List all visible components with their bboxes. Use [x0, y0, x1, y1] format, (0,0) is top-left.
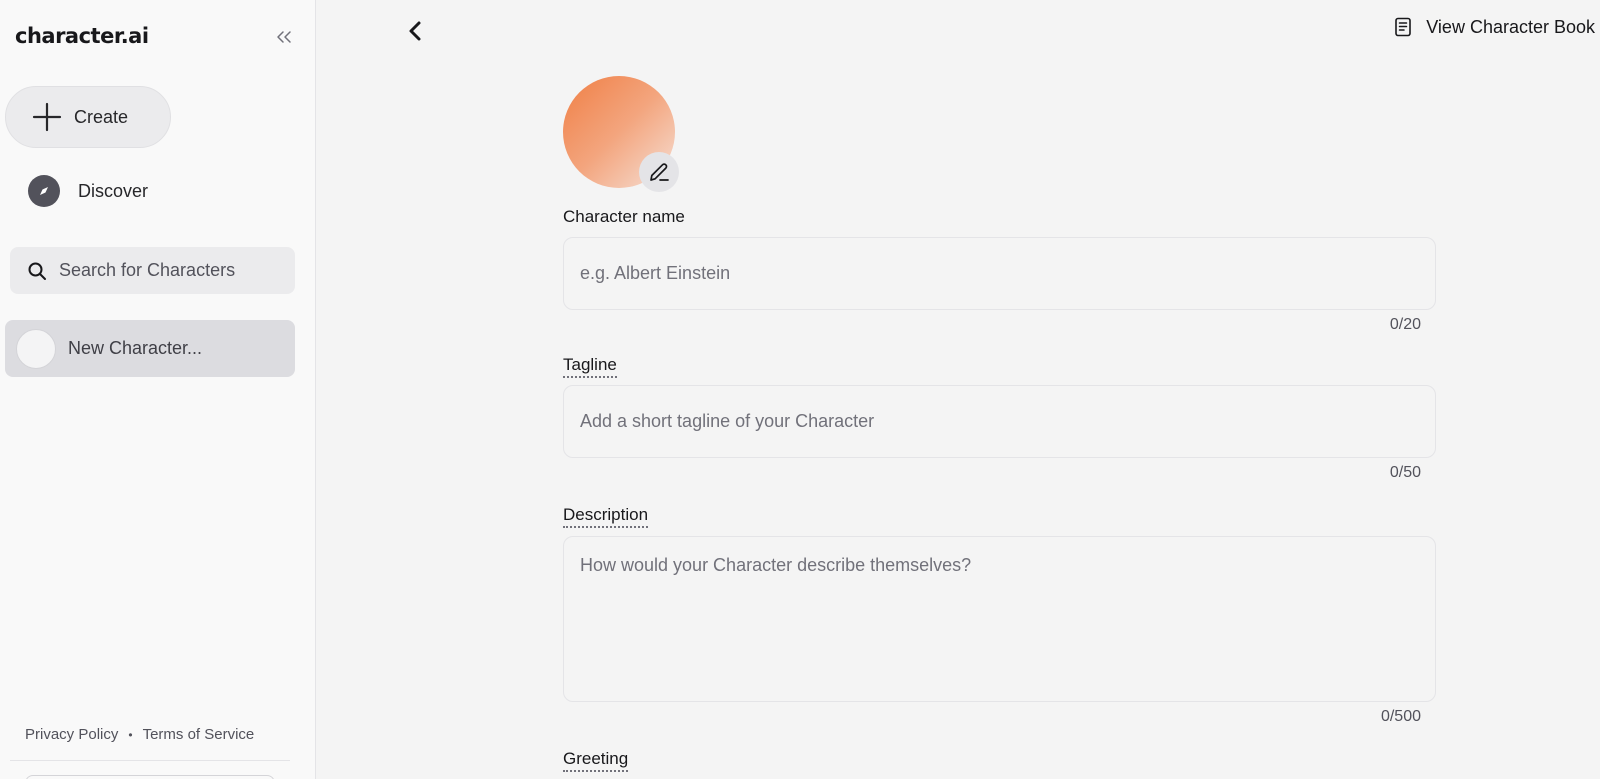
greeting-label[interactable]: Greeting — [563, 749, 629, 772]
plus-icon — [32, 102, 62, 132]
tagline-input[interactable] — [564, 386, 1435, 457]
chat-avatar — [16, 328, 56, 369]
sidebar: character.ai Create Discover Search for … — [0, 0, 316, 779]
collapse-sidebar-button[interactable] — [272, 28, 296, 52]
main-content: View Character Book Character name 0/20 … — [316, 0, 1600, 779]
description-box — [563, 536, 1436, 702]
create-button-label: Create — [74, 106, 129, 127]
book-icon — [1392, 16, 1414, 38]
sidebar-divider — [10, 760, 290, 761]
terms-of-service-link[interactable]: Terms of Service — [143, 726, 255, 743]
footer-separator: • — [128, 727, 133, 742]
back-button[interactable] — [400, 16, 430, 46]
double-chevron-left-icon — [277, 31, 291, 43]
character-name-label: Character name — [563, 207, 685, 226]
description-counter: 0/500 — [1380, 708, 1421, 725]
tagline-counter: 0/50 — [1389, 464, 1421, 481]
search-icon — [27, 261, 47, 281]
discover-label: Discover — [78, 180, 149, 201]
chat-item-label: New Character... — [68, 338, 203, 358]
tagline-label[interactable]: Tagline — [563, 355, 617, 378]
pencil-icon — [650, 163, 669, 181]
discover-link[interactable]: Discover — [28, 175, 148, 207]
character-name-counter: 0/20 — [1389, 316, 1421, 333]
view-character-book-label: View Character Book — [1426, 16, 1595, 37]
description-label[interactable]: Description — [563, 505, 649, 528]
privacy-policy-link[interactable]: Privacy Policy — [25, 726, 118, 743]
chevron-left-icon — [409, 21, 421, 41]
view-character-book-button[interactable]: View Character Book — [1392, 16, 1595, 38]
sidebar-chat-item[interactable]: New Character... — [5, 320, 295, 377]
search-input[interactable] — [59, 260, 279, 281]
compass-icon — [28, 175, 60, 207]
account-button[interactable] — [25, 775, 275, 779]
edit-avatar-button[interactable] — [639, 152, 679, 192]
description-textarea[interactable] — [564, 537, 1435, 701]
footer-links: Privacy Policy • Terms of Service — [25, 726, 254, 743]
character-name-box — [563, 237, 1436, 310]
app-logo[interactable]: character.ai — [15, 24, 149, 48]
search-box[interactable] — [10, 247, 295, 294]
character-name-input[interactable] — [564, 238, 1435, 309]
tagline-box — [563, 385, 1436, 458]
create-button[interactable]: Create — [5, 86, 171, 148]
app-root: character.ai Create Discover Search for … — [0, 0, 1600, 779]
